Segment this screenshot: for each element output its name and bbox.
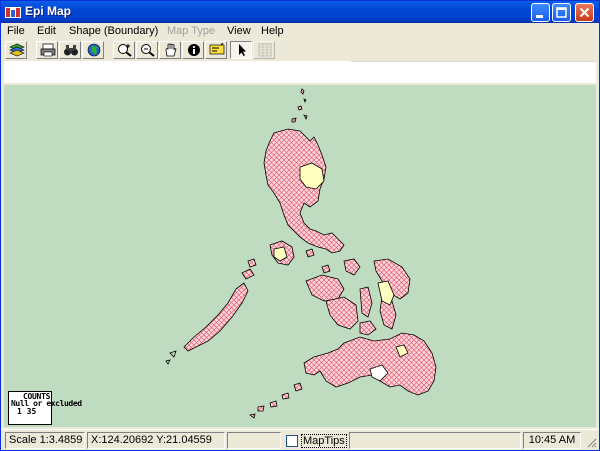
- bohol-region[interactable]: [359, 320, 377, 336]
- zoom-out-button[interactable]: [136, 41, 158, 59]
- print-button[interactable]: [36, 41, 58, 59]
- toolbar: [1, 41, 599, 60]
- romblon-islets: [321, 264, 331, 274]
- scale-readout: Scale 1:3.4859: [5, 432, 85, 449]
- cebu-region[interactable]: [359, 286, 373, 318]
- map-legend[interactable]: COUNTS Null or excluded 1 35: [8, 391, 82, 425]
- menu-bar: File Edit Shape (Boundary) Map Type View…: [1, 23, 599, 41]
- mindanao-region[interactable]: [303, 332, 437, 396]
- panay-region[interactable]: [305, 274, 345, 302]
- menu-shape-boundary[interactable]: Shape (Boundary): [69, 25, 158, 37]
- legend-range-label: 1 35: [17, 407, 37, 416]
- luzon-region[interactable]: [263, 128, 345, 254]
- menu-view[interactable]: View: [227, 25, 251, 37]
- marinduque-island: [305, 248, 315, 258]
- map-canvas[interactable]: COUNTS Null or excluded 1 35: [4, 85, 596, 427]
- status-panel-spacer: [349, 432, 521, 449]
- find-button[interactable]: [59, 41, 81, 59]
- pointer-icon: [239, 44, 246, 56]
- minimize-button[interactable]: [531, 3, 550, 22]
- globe-button[interactable]: [82, 41, 104, 59]
- zoom-in-button[interactable]: [113, 41, 135, 59]
- binoculars-icon: [64, 45, 78, 56]
- coordinate-readout: X:124.20692 Y:21.04559: [87, 432, 225, 449]
- pan-hand-icon: [165, 43, 177, 57]
- status-bar: Scale 1:3.4859 X:124.20692 Y:21.04559 Ma…: [1, 429, 599, 450]
- label-button[interactable]: [205, 41, 227, 59]
- layers-icon: [9, 43, 25, 57]
- globe-icon: [87, 43, 101, 57]
- minimize-icon: [536, 15, 543, 18]
- zoom-out-icon: [141, 44, 155, 57]
- masbate-region[interactable]: [343, 258, 361, 276]
- maptips-checkbox[interactable]: [286, 435, 298, 447]
- grid-button[interactable]: [253, 41, 275, 59]
- maximize-button[interactable]: [552, 3, 571, 22]
- print-icon: [40, 43, 56, 57]
- clock: 10:45 AM: [523, 432, 581, 449]
- negros-region[interactable]: [325, 296, 359, 330]
- title-bar[interactable]: Epi Map: [1, 1, 599, 23]
- menu-help[interactable]: Help: [261, 25, 284, 37]
- close-icon: [579, 7, 590, 18]
- menu-map-type[interactable]: Map Type: [167, 25, 215, 37]
- map-title-band-right: [351, 61, 596, 83]
- info-button[interactable]: [182, 41, 204, 59]
- pointer-button[interactable]: [230, 41, 252, 59]
- menu-edit[interactable]: Edit: [37, 25, 56, 37]
- sulu-archipelago: [249, 382, 303, 419]
- palawan-south-islets: [165, 350, 177, 365]
- west-islet: [247, 258, 257, 268]
- maximize-icon: [556, 7, 567, 18]
- pan-button[interactable]: [159, 41, 181, 59]
- resize-grip-icon[interactable]: [585, 436, 597, 448]
- menu-file[interactable]: File: [7, 25, 25, 37]
- layers-button[interactable]: [5, 41, 27, 59]
- info-icon: [188, 44, 200, 56]
- grid-icon: [258, 43, 272, 57]
- philippines-map[interactable]: [4, 85, 596, 427]
- palawan-region[interactable]: [183, 282, 249, 352]
- window-title: Epi Map: [25, 4, 72, 18]
- maptips-label[interactable]: MapTips: [301, 434, 347, 448]
- label-icon: [209, 43, 225, 55]
- northern-islets: [291, 88, 308, 123]
- close-button[interactable]: [575, 3, 594, 22]
- zoom-in-icon: [118, 44, 132, 57]
- palawan-north-islets: [241, 268, 255, 280]
- status-panel-empty: [227, 432, 281, 449]
- app-window: Epi Map File Edit Shape (Boundary) Map T…: [0, 0, 600, 451]
- epi-map-app-icon: [5, 7, 21, 18]
